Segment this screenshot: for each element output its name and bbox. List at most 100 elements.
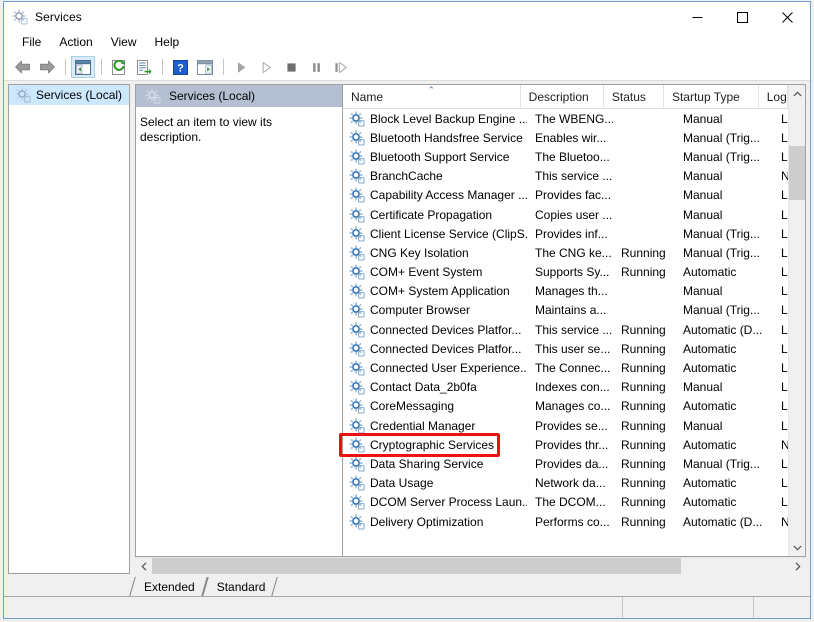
column-startup-type[interactable]: Startup Type <box>664 85 759 108</box>
column-header-label: Description <box>529 90 589 104</box>
table-row[interactable]: DCOM Server Process Laun...The DCOM...Ru… <box>343 493 788 512</box>
horizontal-scroll-track[interactable] <box>152 558 789 574</box>
back-button[interactable] <box>10 56 34 78</box>
stop-service-button[interactable] <box>279 56 303 78</box>
close-button[interactable] <box>765 2 810 32</box>
minimize-button[interactable] <box>675 2 720 32</box>
maximize-button[interactable] <box>720 2 765 32</box>
cell-startup-type: Manual (Trig... <box>675 303 773 317</box>
table-row[interactable]: Certificate PropagationCopies user ...Ma… <box>343 205 788 224</box>
cell-description: This service ... <box>527 323 613 337</box>
menu-file[interactable]: File <box>13 33 50 53</box>
tab-extended[interactable]: Extended <box>132 577 205 596</box>
title-bar: Services <box>4 2 810 32</box>
service-gear-icon <box>349 207 370 223</box>
menu-help[interactable]: Help <box>146 33 189 53</box>
horizontal-scrollbar[interactable] <box>135 557 806 574</box>
cell-startup-type: Manual <box>675 419 773 433</box>
vertical-scroll-track[interactable] <box>789 102 805 539</box>
table-row[interactable]: Computer BrowserMaintains a...Manual (Tr… <box>343 301 788 320</box>
scroll-left-button[interactable] <box>135 558 152 574</box>
horizontal-scroll-thumb[interactable] <box>152 558 681 574</box>
cell-startup-type: Manual <box>675 112 773 126</box>
table-row[interactable]: CNG Key IsolationThe CNG ke...RunningMan… <box>343 243 788 262</box>
pause-icon <box>310 61 323 74</box>
table-row[interactable]: Block Level Backup Engine ...The WBENG..… <box>343 109 788 128</box>
table-row[interactable]: Data Sharing ServiceProvides da...Runnin… <box>343 454 788 473</box>
table-row[interactable]: COM+ Event SystemSupports Sy...RunningAu… <box>343 263 788 282</box>
table-row[interactable]: Contact Data_2b0faIndexes con...RunningM… <box>343 378 788 397</box>
table-row[interactable]: Connected User Experience...The Connec..… <box>343 358 788 377</box>
table-row[interactable]: CoreMessagingManages co...RunningAutomat… <box>343 397 788 416</box>
menu-view[interactable]: View <box>102 33 146 53</box>
table-row[interactable]: Connected Devices Platfor...This user se… <box>343 339 788 358</box>
table-row[interactable]: Bluetooth Support ServiceThe Bluetoo...M… <box>343 147 788 166</box>
table-row[interactable]: BranchCacheThis service ...ManualNet <box>343 167 788 186</box>
cell-service-name: CoreMessaging <box>343 398 527 414</box>
cell-startup-type: Automatic <box>675 361 773 375</box>
table-row[interactable]: COM+ System ApplicationManages th...Manu… <box>343 282 788 301</box>
table-row[interactable]: Bluetooth Handsfree ServiceEnables wir..… <box>343 128 788 147</box>
result-pane-inner: Services (Local) Select an item to view … <box>135 84 806 557</box>
vertical-scrollbar[interactable] <box>788 85 805 556</box>
table-row[interactable]: Capability Access Manager ...Provides fa… <box>343 186 788 205</box>
scroll-down-button[interactable] <box>789 539 805 556</box>
table-row[interactable]: Data UsageNetwork da...RunningAutomaticL… <box>343 474 788 493</box>
help-button[interactable]: ? <box>168 56 192 78</box>
scroll-right-button[interactable] <box>789 558 806 574</box>
service-gear-icon <box>349 398 370 414</box>
tab-standard[interactable]: Standard <box>205 577 276 596</box>
service-name-label: COM+ Event System <box>370 265 482 279</box>
status-message <box>4 597 623 618</box>
column-log-on-as[interactable]: Log <box>759 85 788 108</box>
column-status[interactable]: Status <box>604 85 664 108</box>
vertical-scroll-thumb[interactable] <box>789 146 805 200</box>
forward-button[interactable] <box>35 56 59 78</box>
column-header-label: Status <box>612 90 646 104</box>
export-list-button[interactable] <box>132 56 156 78</box>
cell-description: Provides da... <box>527 457 613 471</box>
service-gear-icon <box>349 360 370 376</box>
tree-item-services-local[interactable]: Services (Local) <box>9 85 129 105</box>
cell-service-name: DCOM Server Process Laun... <box>343 494 527 510</box>
pause-service-button[interactable] <box>304 56 328 78</box>
status-tertiary <box>754 597 810 618</box>
show-hide-action-pane-button[interactable] <box>193 56 217 78</box>
restart-service-button[interactable] <box>329 56 353 78</box>
table-row[interactable]: Connected Devices Platfor... This service… <box>343 320 788 339</box>
toolbar-separator <box>223 59 224 75</box>
cell-log-on-as: Loc <box>773 323 788 337</box>
list-rows-clip: Block Level Backup Engine ...The WBENG..… <box>343 109 788 556</box>
resume-service-button[interactable] <box>254 56 278 78</box>
table-row[interactable]: Client License Service (ClipS...Provides… <box>343 224 788 243</box>
column-description[interactable]: Description <box>521 85 604 108</box>
column-name[interactable]: Name⌃ <box>343 85 521 108</box>
table-row[interactable]: Credential ManagerProvides se...RunningM… <box>343 416 788 435</box>
service-gear-icon <box>349 456 370 472</box>
cell-startup-type: Manual <box>675 208 773 222</box>
service-gear-icon <box>349 264 370 280</box>
cell-description: The Connec... <box>527 361 613 375</box>
service-name-label: Connected Devices Platfor... <box>370 323 521 337</box>
service-gear-icon <box>349 168 370 184</box>
cell-status: Running <box>613 495 675 509</box>
cell-description: The CNG ke... <box>527 246 613 260</box>
show-hide-console-tree-button[interactable] <box>71 56 95 78</box>
scroll-up-button[interactable] <box>789 85 805 102</box>
menu-action[interactable]: Action <box>50 33 101 53</box>
cell-service-name: Credential Manager <box>343 418 527 434</box>
table-row[interactable]: Cryptographic ServicesProvides thr...Run… <box>343 435 788 454</box>
table-row[interactable]: Delivery OptimizationPerforms co...Runni… <box>343 512 788 531</box>
cell-service-name: Computer Browser <box>343 302 527 318</box>
cell-startup-type: Manual <box>675 169 773 183</box>
window-controls <box>675 2 810 32</box>
cell-log-on-as: Loc <box>773 112 788 126</box>
column-header-label: Name <box>351 90 383 104</box>
cell-log-on-as: Loc <box>773 399 788 413</box>
service-gear-icon <box>349 226 370 242</box>
play-icon <box>235 61 248 74</box>
services-gear-icon <box>15 87 36 103</box>
cell-log-on-as: Loc <box>773 457 788 471</box>
start-service-button[interactable] <box>229 56 253 78</box>
refresh-button[interactable] <box>107 56 131 78</box>
